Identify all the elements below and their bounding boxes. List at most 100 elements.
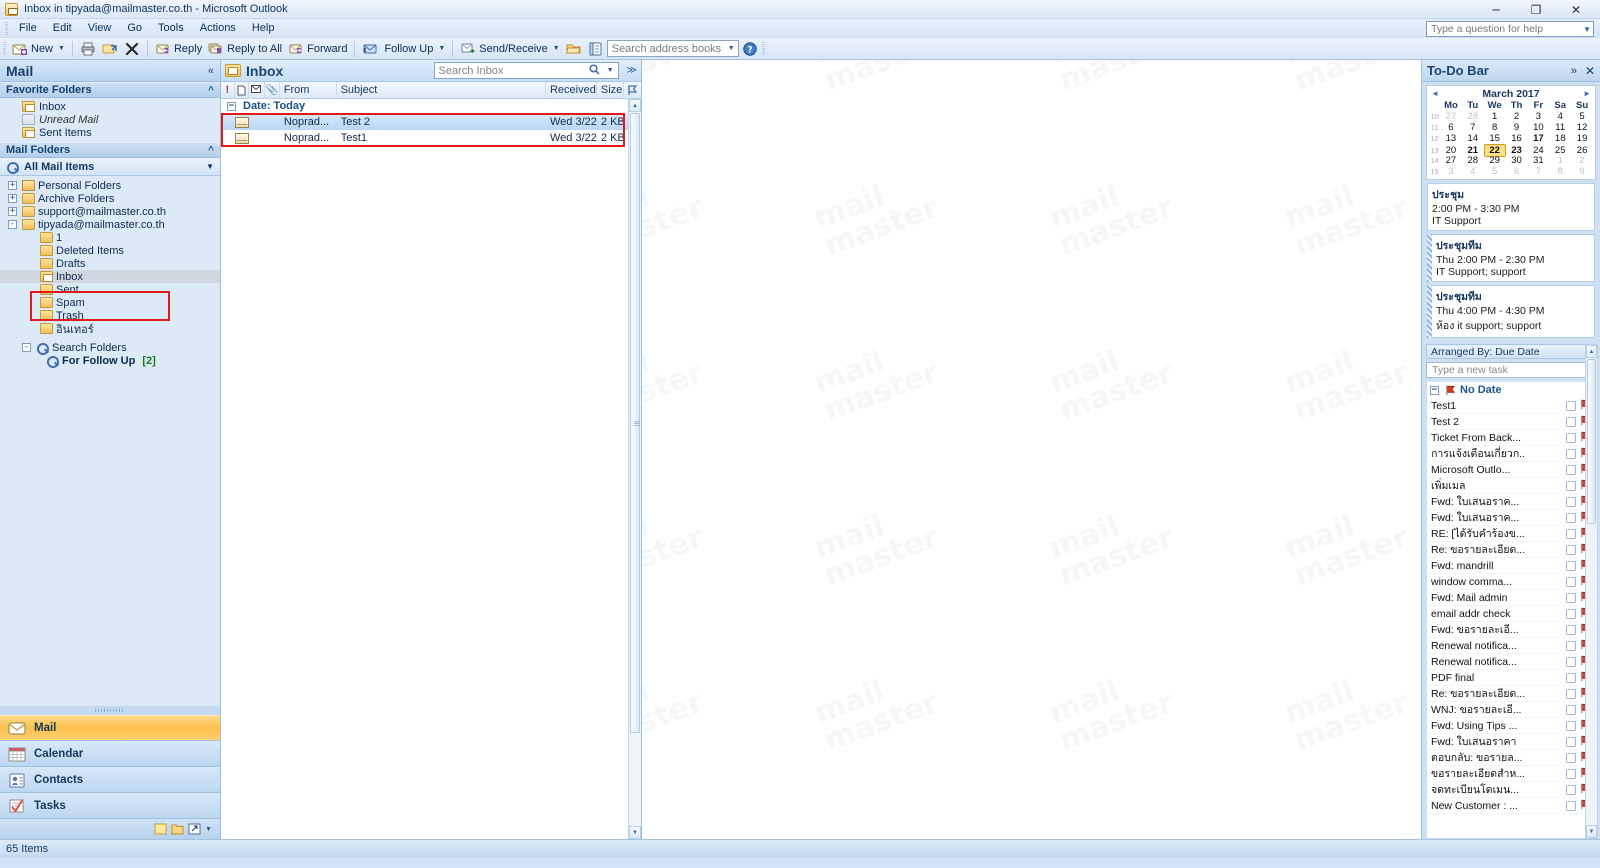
task-complete-checkbox[interactable] (1566, 448, 1576, 459)
calendar-day[interactable]: 27 (1440, 111, 1462, 122)
task-complete-checkbox[interactable] (1566, 800, 1576, 811)
task-complete-checkbox[interactable] (1566, 480, 1576, 491)
task-complete-checkbox[interactable] (1566, 656, 1576, 667)
calendar-day[interactable]: 3 (1527, 111, 1549, 122)
appointment-item[interactable]: ประชุมทีม Thu 4:00 PM - 4:30 PM ห้อง it su… (1427, 285, 1595, 338)
send-receive-button[interactable]: Send/Receive ▼ (457, 39, 562, 59)
list-item[interactable]: RE: [ได้รับคำร้องข... (1427, 526, 1595, 542)
chevron-up-icon[interactable]: ^ (208, 145, 214, 156)
appointment-item[interactable]: ประชุมทีม Thu 2:00 PM - 2:30 PM IT Support… (1427, 234, 1595, 282)
calendar-day[interactable]: 14 (1462, 133, 1484, 144)
calendar-day[interactable]: 27 (1440, 155, 1462, 166)
task-complete-checkbox[interactable] (1566, 592, 1576, 603)
all-mail-items-selector[interactable]: All Mail Items ▼ (0, 158, 220, 176)
tree-item-archive-folders[interactable]: + Archive Folders (0, 192, 220, 205)
calendar-day[interactable]: 29 (1484, 155, 1506, 166)
scroll-down-button[interactable]: ▼ (629, 826, 641, 839)
column-subject[interactable]: Subject (337, 81, 546, 99)
expander-icon[interactable]: + (8, 194, 17, 203)
calendar-day[interactable]: 18 (1549, 133, 1571, 144)
list-item[interactable]: Re: ขอรายละเอียด... (1427, 542, 1595, 558)
task-complete-checkbox[interactable] (1566, 784, 1576, 795)
table-row[interactable]: Noprad... Test1 Wed 3/22... 2 KB (221, 130, 641, 146)
menu-go[interactable]: Go (119, 20, 150, 36)
chevron-down-icon[interactable]: ▼ (205, 826, 212, 833)
mark-unread-button[interactable] (359, 39, 381, 59)
list-item[interactable]: window comma... (1427, 574, 1595, 590)
calendar-day[interactable]: 9 (1571, 166, 1593, 177)
help-button[interactable]: ? (739, 39, 761, 59)
tree-item-support-account[interactable]: + support@mailmaster.co.th (0, 205, 220, 218)
menu-actions[interactable]: Actions (192, 20, 244, 36)
toolbar-gripper[interactable] (3, 42, 6, 55)
task-complete-checkbox[interactable] (1566, 720, 1576, 731)
task-complete-checkbox[interactable] (1566, 512, 1576, 523)
calendar-day[interactable]: 4 (1462, 166, 1484, 177)
move-to-folder-button[interactable] (99, 39, 121, 59)
list-item[interactable]: New Customer : ... (1427, 798, 1595, 814)
list-item[interactable]: email addr check (1427, 606, 1595, 622)
calendar-day[interactable]: 31 (1527, 155, 1549, 166)
shortcuts-icon[interactable] (188, 823, 201, 835)
calendar-day[interactable]: 13 (1440, 133, 1462, 144)
task-complete-checkbox[interactable] (1566, 608, 1576, 619)
tree-item-deleted-items[interactable]: Deleted Items (0, 244, 220, 257)
list-item[interactable]: ขอรายละเอียดสำห... (1427, 766, 1595, 782)
scroll-down-button[interactable]: ▼ (1586, 825, 1597, 838)
module-button-tasks[interactable]: Tasks (0, 793, 220, 819)
calendar-day[interactable]: 4 (1549, 111, 1571, 122)
expander-icon[interactable]: − (227, 101, 236, 111)
favorite-item-sent-items[interactable]: Sent Items (0, 126, 220, 139)
new-task-input[interactable]: Type a new task (1426, 362, 1596, 378)
calendar-day[interactable]: 19 (1571, 133, 1593, 144)
calendar-day[interactable]: 8 (1484, 122, 1506, 133)
delete-button[interactable] (121, 39, 143, 59)
reading-pane[interactable]: mail master mail master mail master mail ma… (642, 60, 1422, 839)
column-received[interactable]: Received (546, 81, 597, 99)
expander-icon[interactable]: − (1430, 385, 1439, 395)
list-item[interactable]: Test1 (1427, 398, 1595, 414)
list-item[interactable]: จดทะเบียนโดเมน... (1427, 782, 1595, 798)
task-complete-checkbox[interactable] (1566, 752, 1576, 763)
favorite-item-inbox[interactable]: Inbox (0, 100, 220, 113)
calendar-day[interactable]: 7 (1462, 122, 1484, 133)
chevron-up-icon[interactable]: ^ (208, 85, 214, 96)
tree-item-1[interactable]: 1 (0, 231, 220, 244)
message-list-scrollbar[interactable]: ▲ ▼ (628, 99, 641, 839)
calendar-day[interactable]: 9 (1506, 122, 1528, 133)
new-button[interactable]: New ▼ (9, 39, 68, 59)
calendar-day[interactable]: 16 (1506, 133, 1528, 144)
minimize-button[interactable]: ─ (1476, 0, 1516, 19)
menu-tools[interactable]: Tools (150, 20, 192, 36)
chevron-down-icon[interactable]: ▼ (728, 45, 735, 52)
calendar-day[interactable]: 8 (1549, 166, 1571, 177)
mail-folders-header[interactable]: Mail Folders ^ (0, 142, 220, 158)
list-item[interactable]: Fwd: mandrill (1427, 558, 1595, 574)
task-complete-checkbox[interactable] (1566, 400, 1576, 411)
column-icon[interactable] (235, 81, 250, 99)
list-item[interactable]: Fwd: Mail admin (1427, 590, 1595, 606)
calendar-month-label[interactable]: March 2017 (1482, 88, 1539, 100)
list-item[interactable]: Re: ขอรายละเอียด... (1427, 686, 1595, 702)
calendar-day[interactable]: 7 (1527, 166, 1549, 177)
scroll-up-button[interactable]: ▲ (1586, 345, 1597, 358)
task-complete-checkbox[interactable] (1566, 768, 1576, 779)
navpane-splitter[interactable] (0, 706, 220, 715)
task-complete-checkbox[interactable] (1566, 416, 1576, 427)
tree-item-tipyada-account[interactable]: - tipyada@mailmaster.co.th (0, 218, 220, 231)
list-item[interactable]: PDF final (1427, 670, 1595, 686)
list-item[interactable]: ตอบกลับ: ขอรายล... (1427, 750, 1595, 766)
chevron-down-icon[interactable]: ▼ (553, 45, 560, 52)
notes-icon[interactable] (154, 823, 167, 835)
calendar-day[interactable]: 5 (1571, 111, 1593, 122)
task-complete-checkbox[interactable] (1566, 624, 1576, 635)
list-item[interactable]: Test 2 (1427, 414, 1595, 430)
chevron-down-icon[interactable]: ▼ (1583, 25, 1591, 34)
tree-item-other[interactable]: อินเทอร์ (0, 322, 220, 336)
scrollbar-thumb[interactable] (630, 113, 640, 733)
folder-list-icon[interactable] (171, 823, 184, 835)
address-book-search-input[interactable]: Search address books ▼ (606, 40, 739, 57)
table-row[interactable]: Noprad... Test 2 Wed 3/22... 2 KB (221, 114, 641, 130)
list-item[interactable]: Fwd: ใบเสนอราค... (1427, 494, 1595, 510)
list-item[interactable]: Fwd: Using Tips ... (1427, 718, 1595, 734)
